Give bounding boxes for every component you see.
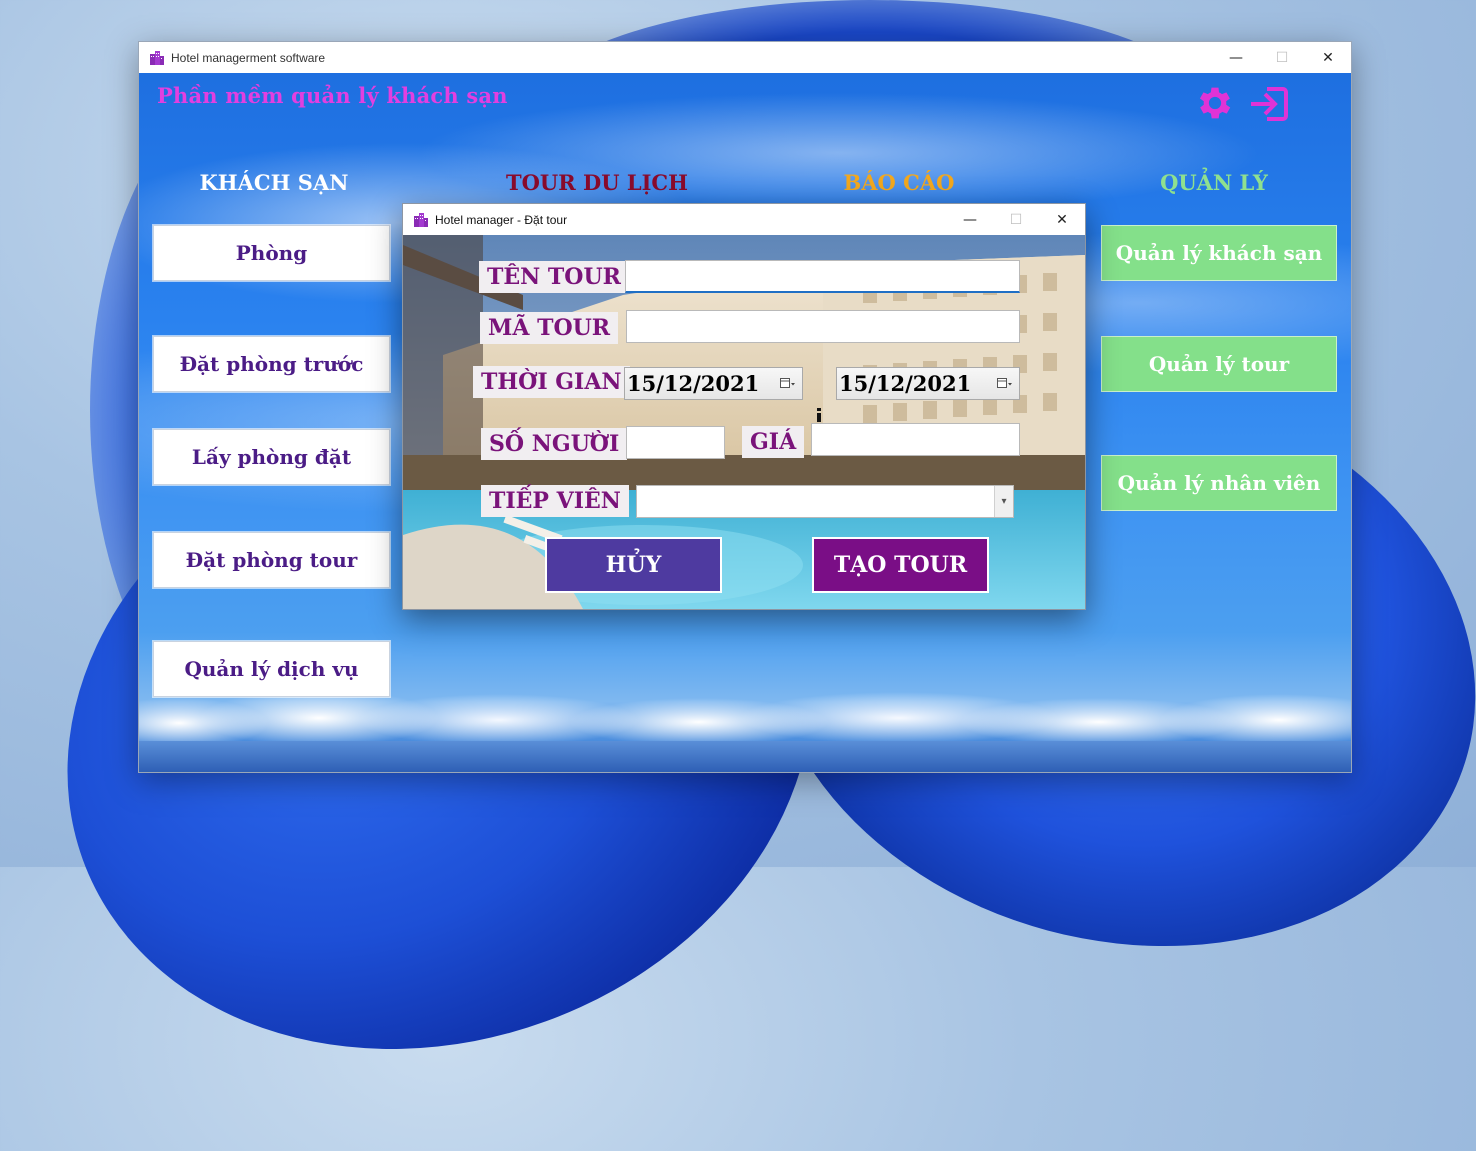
price-label: GIÁ — [742, 426, 805, 458]
dialog-titlebar[interactable]: Hotel manager - Đặt tour — ☐ ✕ — [403, 204, 1085, 235]
book-tour-dialog: Hotel manager - Đặt tour — ☐ ✕ TÊN TOUR … — [402, 203, 1086, 610]
section-title-hotel: KHÁCH SẠN — [199, 170, 349, 195]
calendar-dropdown-icon[interactable] — [780, 377, 796, 391]
service-management-button[interactable]: Quản lý dịch vụ — [153, 641, 390, 697]
close-button[interactable]: ✕ — [1305, 42, 1351, 73]
guide-label: TIẾP VIÊN — [481, 485, 629, 517]
guide-select[interactable]: ▾ — [636, 485, 1014, 518]
dialog-title: Hotel manager - Đặt tour — [435, 212, 568, 227]
end-date-value: 15/12/2021 — [839, 371, 972, 396]
room-button[interactable]: Phòng — [153, 225, 390, 281]
book-room-advance-button[interactable]: Đặt phòng trước — [153, 336, 390, 392]
date-separator-icon — [817, 408, 821, 422]
dialog-minimize-button[interactable]: — — [947, 204, 993, 235]
minimize-button[interactable]: — — [1213, 42, 1259, 73]
exit-icon[interactable] — [1247, 85, 1289, 123]
start-date-value: 15/12/2021 — [627, 371, 760, 396]
cloud-background — [139, 688, 1351, 748]
tour-code-label: MÃ TOUR — [480, 312, 619, 344]
tour-name-label: TÊN TOUR — [479, 261, 629, 293]
gear-icon[interactable] — [1194, 82, 1236, 124]
dialog-maximize-button: ☐ — [1009, 211, 1023, 228]
calendar-dropdown-icon[interactable] — [997, 377, 1013, 391]
staff-management-button[interactable]: Quản lý nhân viên — [1101, 455, 1337, 511]
people-count-label: SỐ NGƯỜI — [481, 428, 628, 460]
time-label: THỜI GIAN — [473, 366, 630, 398]
dialog-close-button[interactable]: ✕ — [1039, 204, 1085, 235]
chevron-down-icon[interactable]: ▾ — [994, 486, 1013, 517]
book-tour-room-button[interactable]: Đặt phòng tour — [153, 532, 390, 588]
tour-name-input[interactable] — [625, 260, 1020, 293]
tour-management-button[interactable]: Quản lý tour — [1101, 336, 1337, 392]
section-title-manage: QUẢN LÝ — [1160, 170, 1268, 195]
section-title-tour: TOUR DU LỊCH — [506, 170, 688, 195]
tour-code-input[interactable] — [626, 310, 1020, 343]
end-date-picker[interactable]: 15/12/2021 — [836, 367, 1020, 400]
hotel-app-icon — [413, 212, 429, 228]
people-count-input[interactable] — [626, 426, 725, 459]
hotel-app-icon — [149, 50, 165, 66]
app-heading: Phần mềm quản lý khách sạn — [157, 83, 508, 108]
maximize-button: ☐ — [1275, 49, 1289, 66]
start-date-picker[interactable]: 15/12/2021 — [624, 367, 803, 400]
create-tour-button[interactable]: TẠO TOUR — [812, 537, 989, 593]
price-input[interactable] — [811, 423, 1020, 456]
check-in-booked-room-button[interactable]: Lấy phòng đặt — [153, 429, 390, 485]
main-titlebar[interactable]: Hotel managerment software — ☐ ✕ — [139, 42, 1351, 73]
section-title-report: BÁO CÁO — [843, 170, 955, 195]
main-window-title: Hotel managerment software — [171, 50, 326, 65]
hotel-management-button[interactable]: Quản lý khách sạn — [1101, 225, 1337, 281]
sea-background — [139, 741, 1351, 772]
dialog-body: TÊN TOUR MÃ TOUR THỜI GIAN 15/12/2021 15… — [403, 235, 1085, 609]
cancel-button[interactable]: HỦY — [545, 537, 722, 593]
